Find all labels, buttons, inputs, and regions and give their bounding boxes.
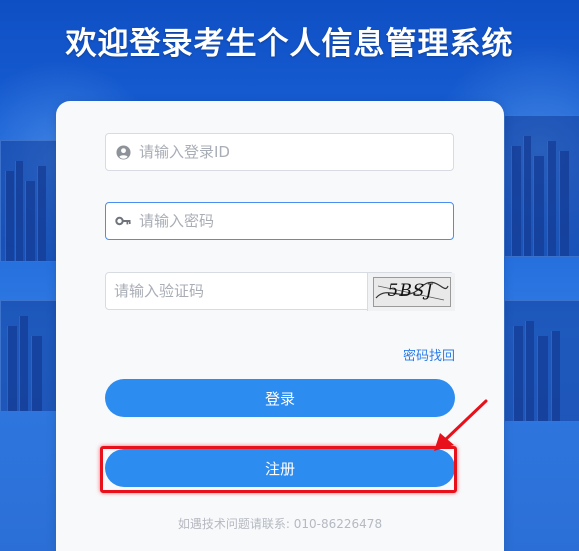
password-input[interactable] — [139, 212, 453, 230]
login-id-input[interactable] — [139, 143, 453, 161]
login-card: 5BSJ 密码找回 登录 注册 如遇技术问题请联系: 010-86226478 — [56, 101, 504, 551]
forgot-password-link[interactable]: 密码找回 — [403, 345, 455, 364]
login-id-field[interactable] — [105, 133, 454, 171]
captcha-image: 5BSJ — [372, 277, 451, 307]
login-button[interactable]: 登录 — [105, 379, 455, 417]
captcha-field[interactable]: 5BSJ — [105, 272, 455, 311]
captcha-image-button[interactable]: 5BSJ — [367, 273, 455, 311]
user-icon — [115, 144, 131, 160]
background-bookshelf — [0, 140, 58, 262]
support-contact-text: 如遇技术问题请联系: 010-86226478 — [177, 517, 383, 531]
background-bookshelf — [504, 115, 579, 257]
background-bookshelf — [0, 300, 58, 412]
register-button[interactable]: 注册 — [105, 449, 455, 487]
captcha-text: 5BSJ — [387, 281, 434, 301]
background-bookshelf — [504, 300, 579, 422]
password-field[interactable] — [105, 202, 454, 240]
login-page: 欢迎登录考生个人信息管理系统 请输入登录ID 请输入验证码 5BSJ 密码找回 … — [0, 0, 579, 551]
key-icon — [115, 213, 131, 229]
page-title: 欢迎登录考生个人信息管理系统 — [65, 26, 514, 62]
